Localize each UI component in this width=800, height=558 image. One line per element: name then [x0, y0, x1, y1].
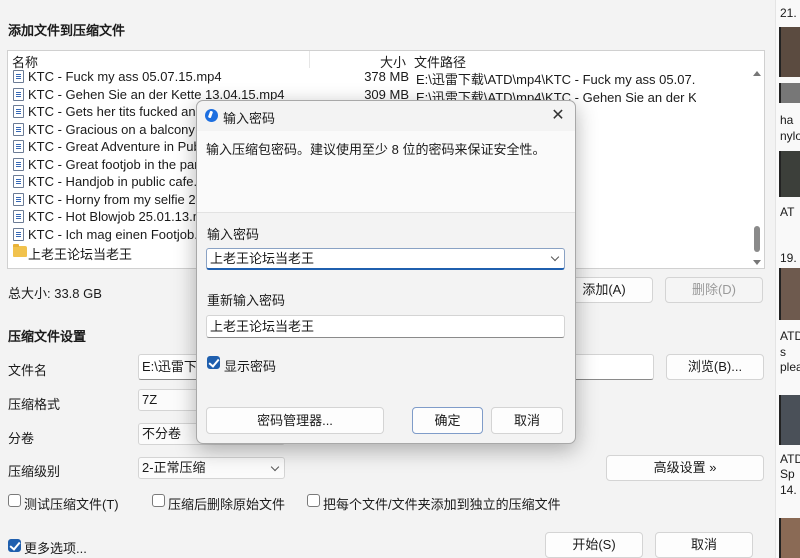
bg-text: 21. [780, 6, 797, 20]
password-label: 输入密码 [207, 227, 260, 242]
start-button[interactable]: 开始(S) [545, 532, 643, 558]
volume-label: 分卷 [8, 431, 35, 446]
file-name: KTC - Fuck my ass 05.07.15.mp4 [28, 69, 222, 84]
bg-text: 14. [780, 483, 797, 497]
video-thumbnail[interactable] [779, 395, 800, 445]
close-icon[interactable]: ✕ [549, 107, 567, 125]
dialog-title: 输入密码 [223, 111, 276, 126]
file-icon [13, 210, 24, 223]
dialog-info-panel: 输入压缩包密码。建议使用至少 8 位的密码来保证安全性。 [197, 131, 575, 213]
format-value: 7Z [142, 392, 158, 407]
video-thumbnail[interactable] [779, 27, 800, 77]
file-icon [13, 192, 24, 206]
folder-icon [13, 244, 27, 257]
more-options-label[interactable]: 更多选项... [24, 538, 87, 557]
app-logo-icon [205, 109, 218, 122]
scroll-thumb[interactable] [754, 226, 760, 252]
window-title: 添加文件到压缩文件 [8, 23, 126, 38]
settings-title: 压缩文件设置 [8, 329, 87, 344]
level-select[interactable]: 2-正常压缩 [138, 457, 285, 479]
video-thumbnail[interactable] [779, 83, 800, 103]
test-archive-label[interactable]: 测试压缩文件(T) [24, 494, 119, 513]
separate-archives-label[interactable]: 把每个文件/文件夹添加到独立的压缩文件 [323, 494, 561, 513]
vertical-scrollbar[interactable] [752, 68, 762, 268]
password-dialog: 输入密码 ✕ 输入压缩包密码。建议使用至少 8 位的密码来保证安全性。 输入密码… [196, 100, 576, 444]
file-icon [13, 122, 24, 136]
file-icon [13, 105, 24, 118]
delete-button[interactable]: 删除(D) [665, 277, 763, 303]
volume-value: 不分卷 [142, 426, 182, 441]
password-manager-button[interactable]: 密码管理器... [206, 407, 384, 434]
show-password-label[interactable]: 显示密码 [224, 356, 276, 375]
password-input[interactable]: 上老王论坛当老王 [206, 248, 565, 270]
browse-button[interactable]: 浏览(B)... [666, 354, 764, 380]
bg-text: ATD [780, 452, 800, 466]
video-thumbnail[interactable] [779, 151, 800, 197]
file-size: 378 MB [364, 69, 409, 84]
more-options-checkbox[interactable] [8, 539, 21, 552]
background-file-browser: 21. ha nylo AT 19. ATD s plea ATD Sp 14. [775, 0, 800, 558]
bg-text: Sp [780, 467, 795, 481]
scroll-down-icon[interactable] [753, 260, 761, 265]
video-thumbnail[interactable] [779, 518, 800, 558]
advanced-settings-button[interactable]: 高级设置 » [606, 455, 764, 481]
bg-text: AT [780, 205, 795, 219]
test-archive-checkbox[interactable] [8, 494, 21, 507]
bg-text: s [780, 345, 786, 359]
total-size: 总大小: 33.8 GB [8, 286, 102, 301]
bg-text: plea [780, 360, 800, 374]
bg-text: ATD [780, 329, 800, 343]
scroll-up-icon[interactable] [753, 71, 761, 76]
chevron-down-icon[interactable] [550, 252, 560, 262]
dialog-titlebar[interactable]: 输入密码 ✕ [197, 101, 575, 131]
file-icon [13, 87, 24, 101]
file-icon [13, 175, 24, 188]
dialog-info-text: 输入压缩包密码。建议使用至少 8 位的密码来保证安全性。 [206, 142, 546, 157]
dialog-cancel-button[interactable]: 取消 [491, 407, 563, 434]
file-icon [13, 70, 24, 83]
file-icon [13, 227, 24, 241]
reenter-password-label: 重新输入密码 [207, 293, 286, 308]
password-value: 上老王论坛当老王 [210, 251, 315, 266]
video-thumbnail[interactable] [779, 268, 800, 320]
level-label: 压缩级别 [8, 464, 61, 479]
format-label: 压缩格式 [8, 397, 61, 412]
level-value: 2-正常压缩 [142, 460, 206, 475]
file-icon [13, 140, 24, 153]
separate-archives-checkbox[interactable] [307, 494, 320, 507]
main-cancel-button[interactable]: 取消 [655, 532, 753, 558]
chevron-down-icon [270, 462, 280, 472]
bg-text: ha [780, 113, 794, 127]
file-icon [13, 157, 24, 171]
filename-label: 文件名 [8, 363, 48, 378]
bg-text: nylo [780, 129, 800, 143]
bg-text: 19. [780, 251, 797, 265]
reenter-password-input[interactable]: 上老王论坛当老王 [206, 315, 565, 338]
show-password-checkbox[interactable] [207, 356, 220, 369]
delete-after-checkbox[interactable] [152, 494, 165, 507]
ok-button[interactable]: 确定 [412, 407, 483, 434]
file-row[interactable]: KTC - Fuck my ass 05.07.15.mp4 378 MB E:\迅… [8, 68, 748, 87]
file-list-header: 名称 大小 文件路径 [8, 51, 764, 70]
delete-after-label[interactable]: 压缩后删除原始文件 [168, 494, 285, 513]
